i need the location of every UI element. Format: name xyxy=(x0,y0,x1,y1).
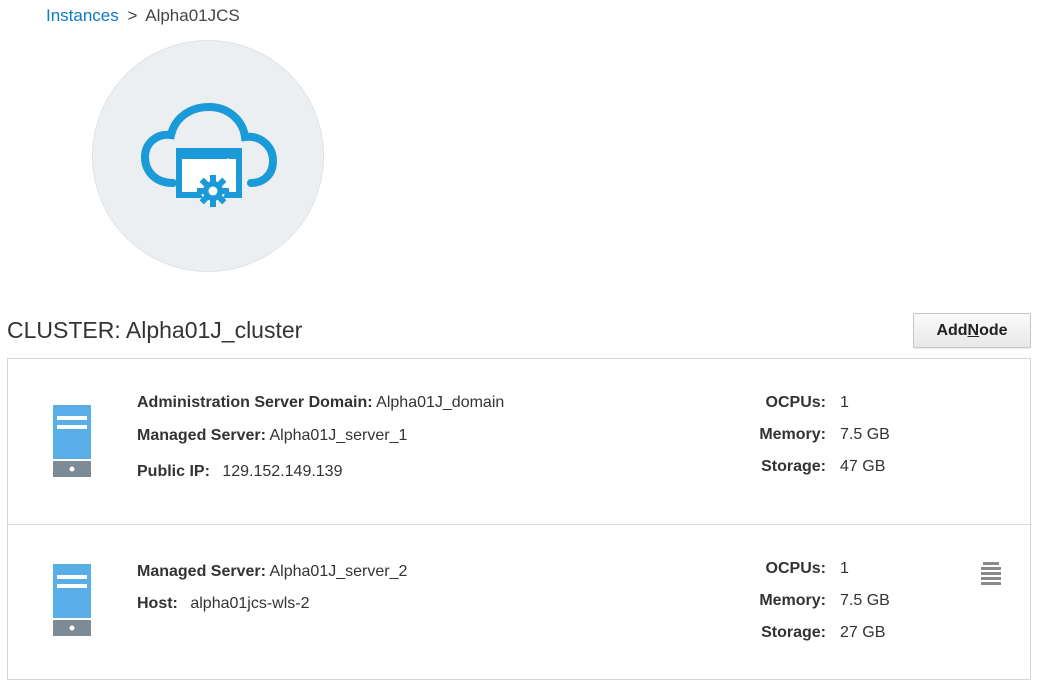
add-node-label-suffix: ode xyxy=(979,321,1008,339)
spec-ocpus: OCPUs: 1 xyxy=(765,394,849,411)
node-row-2: Managed Server: Alpha01J_server_2 Host: … xyxy=(8,525,1030,679)
spec-storage: Storage: 47 GB xyxy=(761,458,886,475)
node-row-1: Administration Server Domain: Alpha01J_d… xyxy=(8,359,1030,525)
managed-server: Managed Server: Alpha01J_server_1 xyxy=(137,427,408,444)
cluster-nodes-panel: Administration Server Domain: Alpha01J_d… xyxy=(7,358,1031,680)
breadcrumb-separator: > xyxy=(127,6,138,25)
host: Host: alpha01jcs-wls-2 xyxy=(137,595,310,612)
managed-server: Managed Server: Alpha01J_server_2 xyxy=(137,563,408,580)
instance-icon-circle xyxy=(92,40,324,272)
server-icon xyxy=(53,405,91,477)
public-ip: Public IP: 129.152.149.139 xyxy=(137,463,343,480)
spec-storage: Storage: 27 GB xyxy=(761,624,886,641)
spec-ocpus: OCPUs: 1 xyxy=(765,560,849,577)
add-node-mnemonic: N xyxy=(967,321,980,339)
add-node-button[interactable]: Add Node xyxy=(913,313,1031,348)
breadcrumb-current: Alpha01JCS xyxy=(145,6,240,25)
row-menu-icon[interactable] xyxy=(980,561,1002,585)
spec-memory: Memory: 7.5 GB xyxy=(759,592,890,609)
breadcrumb: Instances > Alpha01JCS xyxy=(46,6,240,26)
cluster-title: CLUSTER: Alpha01J_cluster xyxy=(7,317,303,343)
spec-memory: Memory: 7.5 GB xyxy=(759,426,890,443)
add-node-label-prefix: Add xyxy=(936,321,968,339)
breadcrumb-link-instances[interactable]: Instances xyxy=(46,6,119,25)
server-icon xyxy=(53,564,91,636)
cloud-gear-icon xyxy=(140,102,278,207)
admin-server-domain: Administration Server Domain: Alpha01J_d… xyxy=(137,394,505,411)
